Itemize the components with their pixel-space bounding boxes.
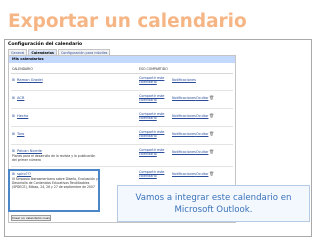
delete-icon[interactable]: 🗑 xyxy=(209,96,214,100)
row-divider xyxy=(11,90,233,91)
highlight-box xyxy=(8,169,100,212)
calendar-row: ⊞ ACR Compartir este calendario Notifica… xyxy=(9,93,235,109)
share-calendar-link[interactable]: Compartir este calendario xyxy=(139,148,167,156)
callout-box: Vamos a integrar este calendario en Micr… xyxy=(117,185,310,222)
hide-link[interactable]: Ocultar xyxy=(196,114,208,118)
hide-link[interactable]: Ocultar xyxy=(196,96,208,100)
calendar-name-link[interactable]: Ramon Gradel xyxy=(17,78,43,82)
column-header-calendar: CALENDARIO xyxy=(12,67,33,71)
hide-link[interactable]: Ocultar xyxy=(196,150,208,154)
notifications-link[interactable]: Notificaciones xyxy=(172,150,196,154)
calendar-row: ⊞ Toro Compartir este calendario Notific… xyxy=(9,129,235,145)
expand-icon[interactable]: ⊞ xyxy=(12,149,15,153)
row-divider xyxy=(11,108,233,109)
hide-link[interactable]: Ocultar xyxy=(196,172,208,176)
delete-icon[interactable]: 🗑 xyxy=(209,150,214,154)
calendar-name-link[interactable]: Toro xyxy=(17,132,24,136)
share-calendar-link[interactable]: Compartir este calendario xyxy=(139,76,167,84)
header-divider xyxy=(11,73,233,74)
delete-icon[interactable]: 🗑 xyxy=(209,172,214,176)
slide: Exportar un calendario Configuración del… xyxy=(0,0,320,240)
row-divider xyxy=(11,144,233,145)
row-divider xyxy=(11,166,233,167)
share-calendar-link[interactable]: Compartir este calendario xyxy=(139,94,167,102)
delete-icon[interactable]: 🗑 xyxy=(209,132,214,136)
notifications-link[interactable]: Notificaciones xyxy=(172,96,196,100)
my-calendars-header: Mis calendarios xyxy=(9,56,235,63)
column-header-shared: ESO COMPARTIDO xyxy=(139,67,168,71)
expand-icon[interactable]: ⊞ xyxy=(12,114,15,118)
notifications-link[interactable]: Notificaciones xyxy=(172,78,196,82)
calendar-row: ⊞ Hecho Compartir este calendario Notifi… xyxy=(9,111,235,127)
notifications-link[interactable]: Notificaciones xyxy=(172,132,196,136)
settings-title: Configuración del calendario xyxy=(8,42,83,47)
slide-title: Exportar un calendario xyxy=(8,11,247,32)
notifications-link[interactable]: Notificaciones xyxy=(172,114,196,118)
expand-icon[interactable]: ⊞ xyxy=(12,96,15,100)
calendar-row: ⊞ Ramon Gradel Compartir este calendario… xyxy=(9,75,235,91)
calendar-name-link[interactable]: ACR xyxy=(17,96,24,100)
share-calendar-link[interactable]: Compartir este calendario xyxy=(139,130,167,138)
expand-icon[interactable]: ⊞ xyxy=(12,132,15,136)
calendar-name-link[interactable]: Palcan Norrde xyxy=(17,149,42,153)
calendar-name-link[interactable]: Hecho xyxy=(17,114,28,118)
create-calendar-button[interactable]: Crear un calendario nuevo xyxy=(11,215,51,221)
share-calendar-link[interactable]: Compartir este calendario xyxy=(139,112,167,120)
callout-text: Vamos a integrar este calendario en Micr… xyxy=(135,193,292,215)
delete-icon[interactable]: 🗑 xyxy=(209,114,214,118)
row-divider xyxy=(11,126,233,127)
hide-link[interactable]: Ocultar xyxy=(196,132,208,136)
calendar-description: Planes para el desarrollo de la revista … xyxy=(12,154,96,162)
share-calendar-link[interactable]: Compartir este calendario xyxy=(139,170,167,178)
notifications-link[interactable]: Notificaciones xyxy=(172,172,196,176)
expand-icon[interactable]: ⊞ xyxy=(12,78,15,82)
calendar-row: ⊞ Palcan Norrde Planes para el desarroll… xyxy=(9,147,235,167)
